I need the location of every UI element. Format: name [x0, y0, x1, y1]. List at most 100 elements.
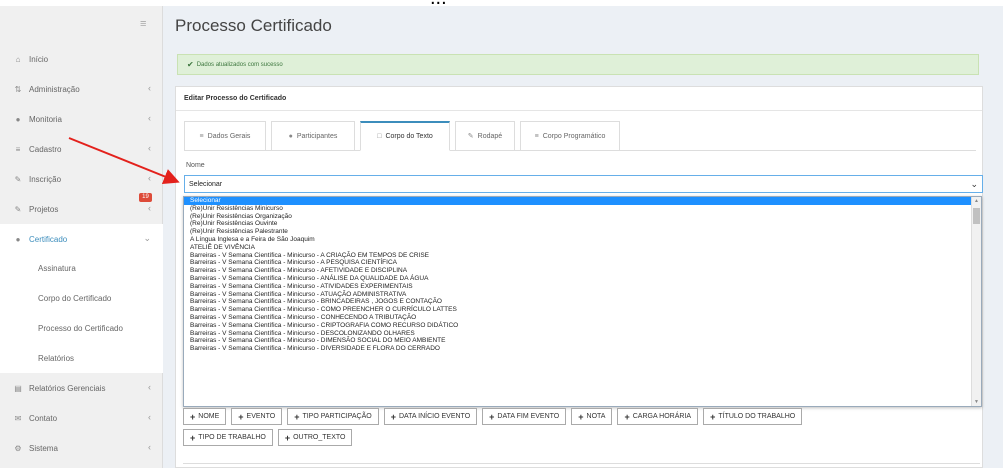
submenu-item-processo-certificado[interactable]: Processo do Certificado — [0, 313, 163, 343]
dropdown-option[interactable]: Barreiras - V Semana Científica - Minicu… — [184, 298, 981, 306]
chevron-left-icon: ‹ — [148, 382, 151, 392]
dropdown-option[interactable]: (Re)Unir Resistências Ouvinte — [184, 220, 981, 228]
submenu-item-relatorios[interactable]: Relatórios — [0, 343, 163, 373]
chevron-down-icon: ⌄ — [143, 233, 151, 243]
chevron-left-icon: ‹ — [148, 143, 151, 153]
insert-field-button[interactable]: + DATA INÍCIO EVENTO — [383, 408, 478, 425]
insert-field-button[interactable]: + TIPO PARTICIPAÇÃO — [287, 408, 379, 425]
insert-field-button[interactable]: + EVENTO — [231, 408, 283, 425]
tab-label: Rodapé — [477, 132, 503, 140]
sidebar-item-cadastro[interactable]: ≡ Cadastro ‹ — [0, 134, 163, 164]
cogs-icon: ⚙ — [14, 443, 22, 453]
sidebar-item-inscricao[interactable]: ✎ Inscrição ‹ — [0, 164, 163, 194]
edit-icon: ✎ — [14, 204, 22, 214]
dropdown-option[interactable]: Barreiras - V Semana Científica - Minicu… — [184, 267, 981, 275]
button-label: DATA INÍCIO EVENTO — [398, 413, 471, 420]
sidebar-item-contato[interactable]: ✉ Contato ‹ — [0, 403, 163, 433]
submenu-item-corpo-certificado[interactable]: Corpo do Certificado — [0, 283, 163, 313]
insert-field-button[interactable]: + CARGA HORÁRIA — [617, 408, 699, 425]
submenu-item-label: Relatórios — [38, 353, 75, 363]
sidebar-item-label: Cadastro — [29, 144, 62, 154]
sidebar-item-certificado[interactable]: ● Certificado ⌄ — [0, 224, 163, 254]
plus-icon: + — [624, 411, 630, 422]
chevron-down-icon: ⌄ — [970, 179, 978, 189]
submenu-item-label: Corpo do Certificado — [38, 293, 112, 303]
button-label: OUTRO_TEXTO — [293, 434, 346, 441]
dropdown-option[interactable]: (Re)Unir Resistências Minicurso — [184, 205, 981, 213]
projetos-count-badge: 19 — [139, 193, 152, 202]
insert-field-button[interactable]: + NOTA — [571, 408, 613, 425]
sidebar-item-administracao[interactable]: ⇅ Administração ‹ — [0, 74, 163, 104]
plus-icon: + — [578, 411, 584, 422]
file-icon: □ — [377, 133, 382, 140]
dropdown-option[interactable]: Barreiras - V Semana Científica - Minicu… — [184, 322, 981, 330]
chevron-left-icon: ‹ — [148, 113, 151, 123]
dropdown-option[interactable]: ATELIÊ DE VIVÊNCIA — [184, 244, 981, 252]
plus-icon: + — [294, 411, 300, 422]
sidebar-item-sistema[interactable]: ⚙ Sistema ‹ — [0, 433, 163, 463]
sidebar-item-label: Início — [29, 54, 49, 64]
dropdown-option[interactable]: Barreiras - V Semana Científica - Minicu… — [184, 283, 981, 291]
tab-participantes[interactable]: ● Participantes — [271, 121, 355, 151]
submenu-item-assinatura[interactable]: Assinatura — [0, 253, 163, 283]
insert-buttons-row: + NOME + EVENTO + TIPO PARTICIPAÇÃO + DATA INÍC… — [183, 408, 803, 425]
dropdown-option[interactable]: Barreiras - V Semana Científica - Minicu… — [184, 345, 981, 353]
mail-icon: ✉ — [14, 413, 22, 423]
dropdown-option[interactable]: A Língua Inglesa e a Feira de São Joaqui… — [184, 236, 981, 244]
scroll-down-icon[interactable]: ▼ — [974, 399, 979, 405]
button-label: CARGA HORÁRIA — [632, 413, 692, 420]
submenu-item-label: Processo do Certificado — [38, 323, 123, 333]
sidebar-item-label: Administração — [29, 84, 80, 94]
insert-field-button[interactable]: + TÍTULO DO TRABALHO — [703, 408, 803, 425]
insert-field-button[interactable]: + TIPO DE TRABALHO — [183, 429, 273, 446]
button-label: TÍTULO DO TRABALHO — [718, 413, 796, 420]
tab-bar: ≡ Dados Gerais ● Participantes □ Corpo do T… — [184, 121, 976, 151]
dropdown-option[interactable]: Barreiras - V Semana Científica - Minicu… — [184, 337, 981, 345]
plus-icon: + — [284, 432, 291, 443]
home-icon: ⌂ — [15, 54, 21, 64]
submenu-item-label: Assinatura — [38, 263, 76, 273]
arrows-icon: ⇅ — [14, 84, 22, 94]
dropdown-option[interactable]: Selecionar — [184, 197, 981, 205]
hamburger-icon[interactable]: ≡ — [140, 18, 146, 30]
sidebar-item-label: Relatórios Gerenciais — [29, 383, 106, 393]
button-label: EVENTO — [246, 413, 276, 420]
insert-field-button[interactable]: + OUTRO_TEXTO — [277, 429, 353, 446]
tab-label: Dados Gerais — [207, 132, 251, 140]
scroll-up-icon[interactable]: ▲ — [974, 198, 979, 204]
scrollbar-thumb[interactable] — [973, 208, 980, 224]
dropdown-option[interactable]: (Re)Unir Resistências Palestrante — [184, 228, 981, 236]
plus-icon: + — [238, 411, 244, 422]
divider — [183, 463, 980, 464]
tab-rodape[interactable]: ✎ Rodapé — [455, 121, 515, 151]
nome-select[interactable]: Selecionar ⌄ — [184, 175, 983, 193]
list-icon: ≡ — [199, 132, 204, 140]
tab-label: Corpo do Texto — [385, 133, 433, 140]
insert-field-button[interactable]: + NOME — [183, 408, 227, 425]
sidebar-item-monitoria[interactable]: ● Monitoria ‹ — [0, 104, 163, 134]
plus-icon: + — [710, 411, 716, 422]
dropdown-option[interactable]: (Re)Unir Resistências Organização — [184, 213, 981, 221]
users-icon: ● — [288, 132, 293, 140]
tab-corpo-do-texto[interactable]: □ Corpo do Texto — [360, 121, 450, 151]
sidebar-item-relatorios-gerenciais[interactable]: ▤ Relatórios Gerenciais ‹ — [0, 373, 163, 403]
dropdown-scrollbar[interactable]: ▲ ▼ — [971, 197, 981, 406]
plus-icon: + — [190, 411, 196, 422]
dropdown-option[interactable]: Barreiras - V Semana Científica - Minicu… — [184, 306, 981, 314]
success-alert: ✔ Dados atualizados com sucesso — [177, 54, 979, 75]
report-icon: ▤ — [14, 383, 22, 393]
alert-text: Dados atualizados com sucesso — [196, 61, 283, 68]
nome-dropdown-list: Selecionar (Re)Unir Resistências Minicurs… — [183, 196, 982, 407]
dropdown-option[interactable]: Barreiras - V Semana Científica - Minicu… — [184, 314, 981, 322]
pencil-icon: ✎ — [467, 133, 474, 140]
sidebar-item-inicio[interactable]: ⌂ Início — [0, 44, 163, 74]
insert-field-button[interactable]: + DATA FIM EVENTO — [482, 408, 567, 425]
list-ol-icon: ≡ — [534, 132, 539, 140]
page-title: Processo Certificado — [175, 16, 332, 35]
dropdown-option[interactable]: Barreiras - V Semana Científica - Minicu… — [184, 275, 981, 283]
tab-dados-gerais[interactable]: ≡ Dados Gerais — [184, 121, 266, 151]
dropdown-option[interactable]: Barreiras - V Semana Científica - Minicu… — [184, 259, 981, 267]
button-label: TIPO PARTICIPAÇÃO — [302, 413, 372, 420]
tab-corpo-programatico[interactable]: ≡ Corpo Programático — [520, 121, 620, 151]
button-label: TIPO DE TRABALHO — [198, 434, 266, 441]
